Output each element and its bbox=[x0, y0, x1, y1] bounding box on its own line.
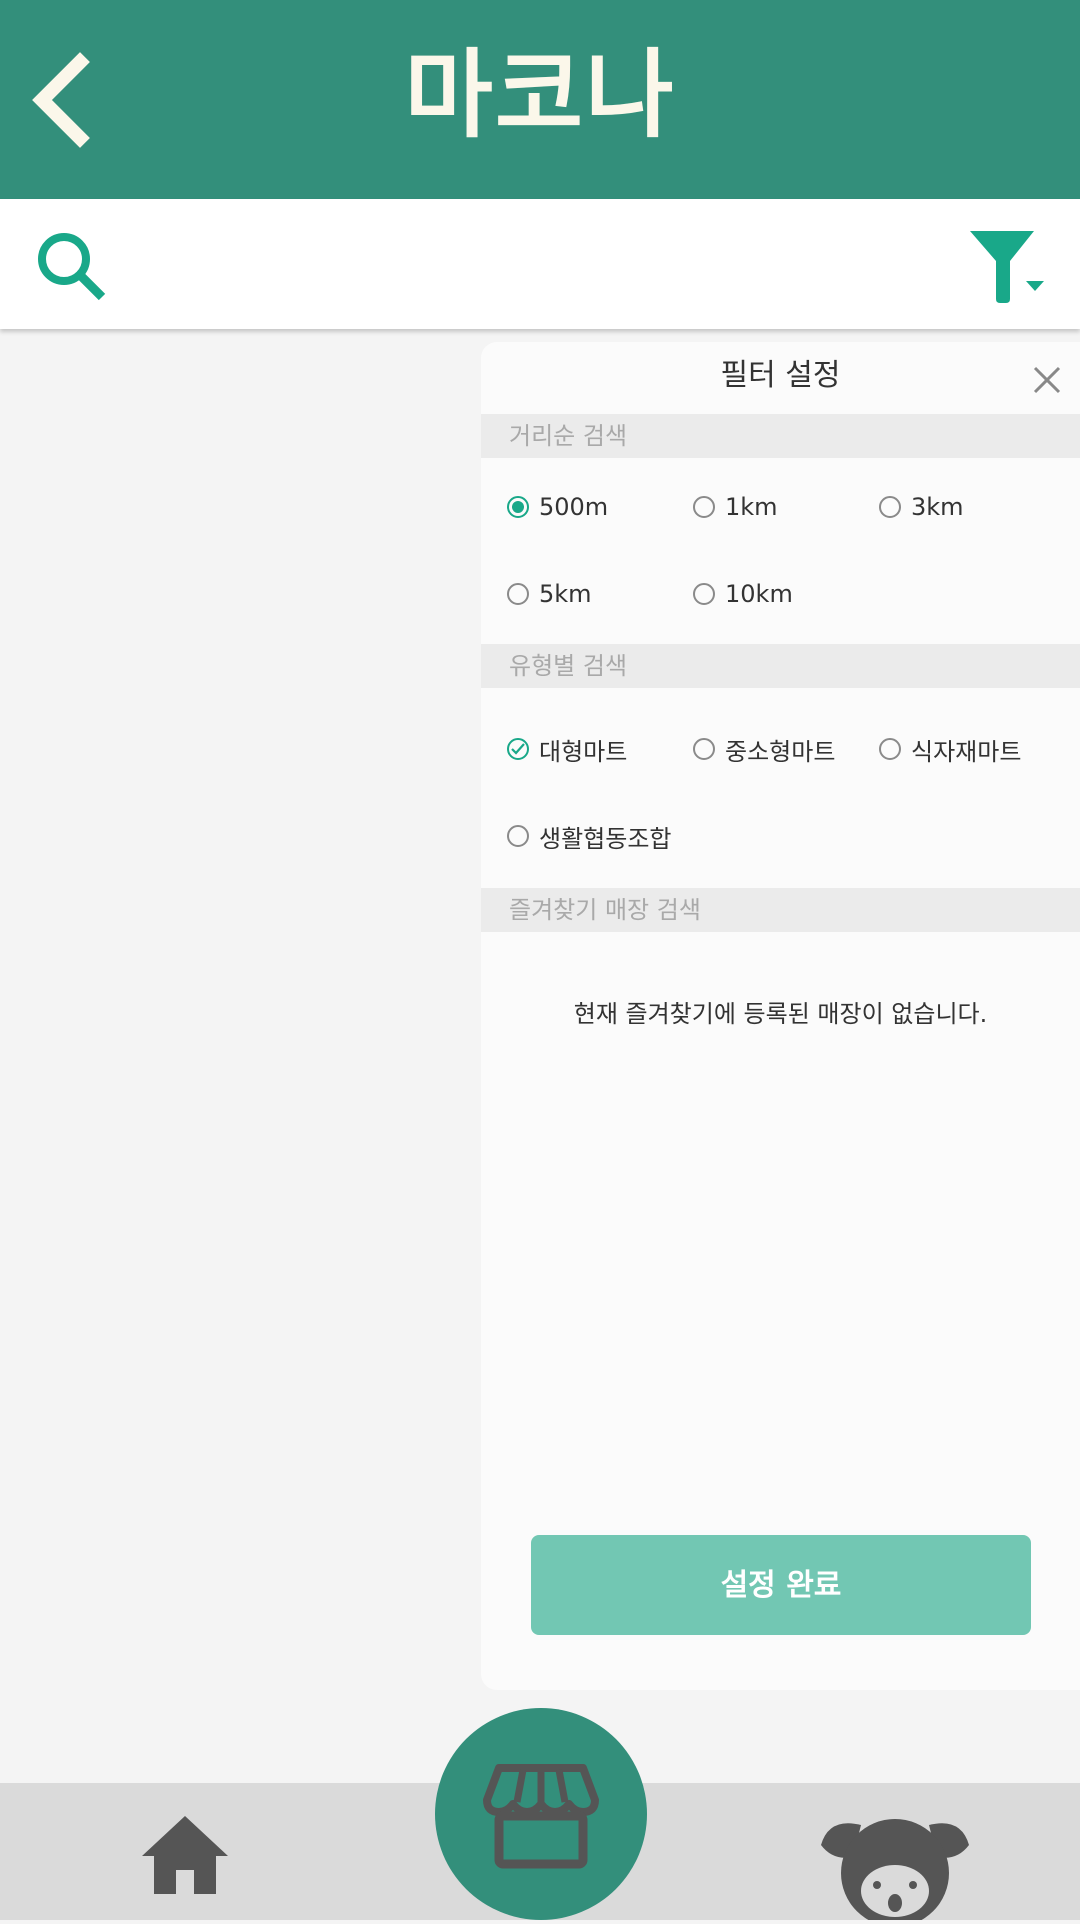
favorites-empty-message: 현재 즐겨찾기에 등록된 매장이 없습니다. bbox=[573, 1000, 988, 1028]
distance-option-5km[interactable]: 5km bbox=[507, 574, 592, 614]
store-button[interactable] bbox=[435, 1708, 647, 1920]
profile-button[interactable] bbox=[815, 1805, 975, 1924]
close-icon bbox=[1033, 366, 1061, 394]
distance-section-header: 거리순 검색 bbox=[481, 414, 1080, 458]
store-icon bbox=[483, 1764, 599, 1869]
search-bar bbox=[0, 199, 1080, 329]
check-circle-icon bbox=[507, 738, 529, 760]
app-bar: 마코나 bbox=[0, 0, 1080, 199]
radio-icon bbox=[693, 583, 715, 605]
home-icon bbox=[142, 1816, 228, 1894]
option-label: 생활협동조합 bbox=[539, 824, 672, 853]
type-option-large-mart[interactable]: 대형마트 bbox=[507, 729, 627, 769]
panel-title: 필터 설정 bbox=[720, 358, 841, 393]
search-icon bbox=[38, 233, 106, 301]
option-label: 10km bbox=[725, 580, 793, 608]
favorites-section-header: 즐겨찾기 매장 검색 bbox=[481, 888, 1080, 932]
distance-option-1km[interactable]: 1km bbox=[693, 487, 778, 527]
app-title: 마코나 bbox=[404, 39, 676, 151]
radio-icon bbox=[693, 738, 715, 760]
option-label: 식자재마트 bbox=[911, 737, 1022, 766]
distance-option-10km[interactable]: 10km bbox=[693, 574, 793, 614]
distance-option-3km[interactable]: 3km bbox=[879, 487, 964, 527]
filter-button[interactable] bbox=[964, 227, 1048, 307]
option-label: 중소형마트 bbox=[725, 737, 836, 766]
radio-icon bbox=[507, 825, 529, 847]
home-button[interactable] bbox=[140, 1810, 230, 1900]
radio-icon bbox=[879, 738, 901, 760]
search-button[interactable] bbox=[32, 227, 112, 307]
radio-icon bbox=[693, 496, 715, 518]
option-label: 5km bbox=[539, 580, 592, 608]
done-button[interactable]: 설정 완료 bbox=[531, 1535, 1031, 1635]
radio-icon bbox=[879, 496, 901, 518]
option-label: 3km bbox=[911, 493, 964, 521]
radio-selected-icon bbox=[507, 496, 529, 518]
close-button[interactable] bbox=[1029, 362, 1065, 398]
distance-option-500m[interactable]: 500m bbox=[507, 487, 608, 527]
type-option-mid-mart[interactable]: 중소형마트 bbox=[693, 729, 835, 769]
type-option-coop[interactable]: 생활협동조합 bbox=[507, 816, 671, 856]
koala-icon bbox=[821, 1819, 969, 1924]
filter-panel: 필터 설정 거리순 검색 500m 1km 3km 5km 10km 유형별 검… bbox=[481, 342, 1080, 1690]
type-section-header: 유형별 검색 bbox=[481, 644, 1080, 688]
option-label: 500m bbox=[539, 493, 609, 521]
type-option-grocery-mart[interactable]: 식자재마트 bbox=[879, 729, 1021, 769]
option-label: 대형마트 bbox=[539, 737, 628, 766]
filter-icon bbox=[970, 231, 1044, 303]
option-label: 1km bbox=[725, 493, 778, 521]
radio-icon bbox=[507, 583, 529, 605]
